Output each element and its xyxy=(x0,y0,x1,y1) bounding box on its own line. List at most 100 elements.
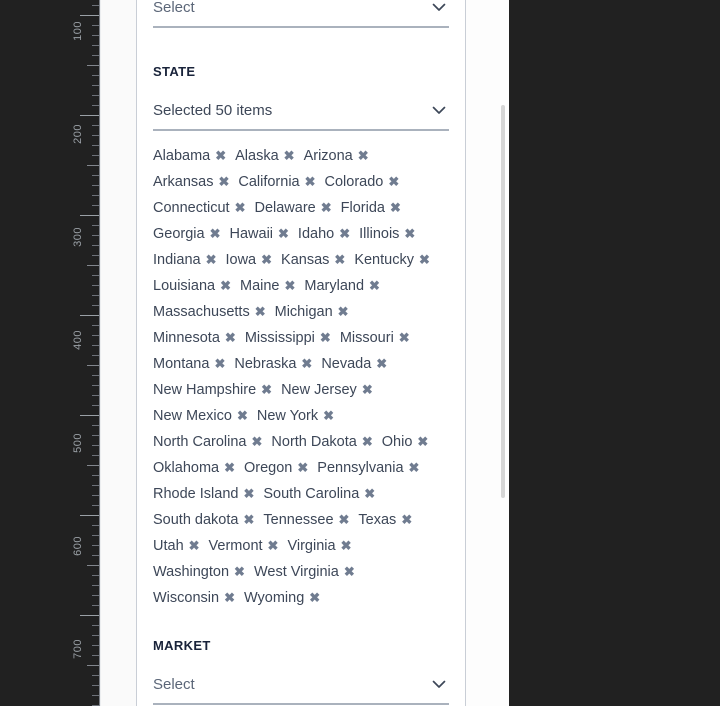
remove-chip-icon[interactable]: ✖ xyxy=(243,507,254,532)
remove-chip-icon[interactable]: ✖ xyxy=(309,585,320,610)
chevron-down-icon[interactable] xyxy=(431,103,447,117)
selected-state-chip[interactable]: Arkansas ✖ xyxy=(153,169,229,195)
remove-chip-icon[interactable]: ✖ xyxy=(225,325,236,350)
remove-chip-icon[interactable]: ✖ xyxy=(362,377,373,402)
remove-chip-icon[interactable]: ✖ xyxy=(339,507,350,532)
remove-chip-icon[interactable]: ✖ xyxy=(388,169,399,194)
remove-chip-icon[interactable]: ✖ xyxy=(409,455,420,480)
remove-chip-icon[interactable]: ✖ xyxy=(334,247,345,272)
remove-chip-icon[interactable]: ✖ xyxy=(341,533,352,558)
remove-chip-icon[interactable]: ✖ xyxy=(261,247,272,272)
remove-chip-icon[interactable]: ✖ xyxy=(305,169,316,194)
remove-chip-icon[interactable]: ✖ xyxy=(399,325,410,350)
remove-chip-icon[interactable]: ✖ xyxy=(214,351,225,376)
chevron-down-icon[interactable] xyxy=(431,677,447,691)
scrollbar-region[interactable] xyxy=(466,0,509,706)
selected-state-chip[interactable]: Utah ✖ xyxy=(153,533,200,559)
remove-chip-icon[interactable]: ✖ xyxy=(224,455,235,480)
remove-chip-icon[interactable]: ✖ xyxy=(364,481,375,506)
remove-chip-icon[interactable]: ✖ xyxy=(301,351,312,376)
remove-chip-icon[interactable]: ✖ xyxy=(297,455,308,480)
selected-state-chip[interactable]: Missouri ✖ xyxy=(340,325,410,351)
remove-chip-icon[interactable]: ✖ xyxy=(235,195,246,220)
selected-state-chip[interactable]: Texas ✖ xyxy=(358,507,412,533)
selected-state-chip[interactable]: Mississippi ✖ xyxy=(245,325,331,351)
remove-chip-icon[interactable]: ✖ xyxy=(268,533,279,558)
remove-chip-icon[interactable]: ✖ xyxy=(210,221,221,246)
remove-chip-icon[interactable]: ✖ xyxy=(224,585,235,610)
remove-chip-icon[interactable]: ✖ xyxy=(338,299,349,324)
selected-state-chip[interactable]: Maryland ✖ xyxy=(304,273,380,299)
selected-state-chip[interactable]: New Hampshire ✖ xyxy=(153,377,272,403)
selected-state-chip[interactable]: Kentucky ✖ xyxy=(354,247,430,273)
remove-chip-icon[interactable]: ✖ xyxy=(261,377,272,402)
remove-chip-icon[interactable]: ✖ xyxy=(220,273,231,298)
remove-chip-icon[interactable]: ✖ xyxy=(284,143,295,168)
remove-chip-icon[interactable]: ✖ xyxy=(362,429,373,454)
selected-state-chip[interactable]: Michigan ✖ xyxy=(275,299,349,325)
selected-state-chip[interactable]: Nebraska ✖ xyxy=(234,351,312,377)
selected-state-chip[interactable]: South Carolina ✖ xyxy=(263,481,375,507)
selected-state-chip[interactable]: Idaho ✖ xyxy=(298,221,350,247)
selected-state-chip[interactable]: Montana ✖ xyxy=(153,351,225,377)
selected-state-chip[interactable]: New Mexico ✖ xyxy=(153,403,248,429)
remove-chip-icon[interactable]: ✖ xyxy=(419,247,430,272)
selected-state-chip[interactable]: Alabama ✖ xyxy=(153,143,226,169)
remove-chip-icon[interactable]: ✖ xyxy=(323,403,334,428)
remove-chip-icon[interactable]: ✖ xyxy=(417,429,428,454)
remove-chip-icon[interactable]: ✖ xyxy=(237,403,248,428)
selected-state-chip[interactable]: Wisconsin ✖ xyxy=(153,585,235,611)
selected-state-chip[interactable]: New York ✖ xyxy=(257,403,334,429)
remove-chip-icon[interactable]: ✖ xyxy=(376,351,387,376)
selected-state-chip[interactable]: California ✖ xyxy=(238,169,315,195)
selected-state-chip[interactable]: Illinois ✖ xyxy=(359,221,415,247)
scrollbar-thumb[interactable] xyxy=(501,105,505,498)
remove-chip-icon[interactable]: ✖ xyxy=(320,325,331,350)
selected-state-chip[interactable]: Nevada ✖ xyxy=(321,351,387,377)
remove-chip-icon[interactable]: ✖ xyxy=(215,143,226,168)
selected-state-chip[interactable]: South dakota ✖ xyxy=(153,507,254,533)
selected-state-chip[interactable]: Pennsylvania ✖ xyxy=(317,455,419,481)
selected-state-chip[interactable]: Virginia ✖ xyxy=(287,533,351,559)
selected-state-chip[interactable]: Hawaii ✖ xyxy=(230,221,289,247)
selected-state-chip[interactable]: Louisiana ✖ xyxy=(153,273,231,299)
selected-state-chip[interactable]: Tennessee ✖ xyxy=(263,507,349,533)
remove-chip-icon[interactable]: ✖ xyxy=(321,195,332,220)
selected-state-chip[interactable]: Rhode Island ✖ xyxy=(153,481,254,507)
selected-state-chip[interactable]: Oklahoma ✖ xyxy=(153,455,235,481)
selected-state-chip[interactable]: Massachusetts ✖ xyxy=(153,299,266,325)
selected-state-chip[interactable]: Maine ✖ xyxy=(240,273,295,299)
selected-state-chip[interactable]: Delaware ✖ xyxy=(254,195,331,221)
selected-state-chip[interactable]: Oregon ✖ xyxy=(244,455,308,481)
state-select-field[interactable]: Selected 50 items xyxy=(153,101,449,131)
selected-state-chip[interactable]: Ohio ✖ xyxy=(382,429,429,455)
remove-chip-icon[interactable]: ✖ xyxy=(390,195,401,220)
selected-state-chip[interactable]: Florida ✖ xyxy=(341,195,401,221)
remove-chip-icon[interactable]: ✖ xyxy=(252,429,263,454)
selected-state-chip[interactable]: Kansas ✖ xyxy=(281,247,345,273)
remove-chip-icon[interactable]: ✖ xyxy=(358,143,369,168)
selected-state-chip[interactable]: North Carolina ✖ xyxy=(153,429,262,455)
selected-state-chip[interactable]: Iowa ✖ xyxy=(225,247,272,273)
selected-state-chip[interactable]: Vermont ✖ xyxy=(209,533,279,559)
selected-state-chip[interactable]: Arizona ✖ xyxy=(304,143,369,169)
remove-chip-icon[interactable]: ✖ xyxy=(189,533,200,558)
selected-state-chip[interactable]: Georgia ✖ xyxy=(153,221,221,247)
selected-state-chip[interactable]: North Dakota ✖ xyxy=(271,429,372,455)
selected-state-chip[interactable]: West Virginia ✖ xyxy=(254,559,355,585)
remove-chip-icon[interactable]: ✖ xyxy=(278,221,289,246)
remove-chip-icon[interactable]: ✖ xyxy=(234,559,245,584)
selected-state-chip[interactable]: Alaska ✖ xyxy=(235,143,294,169)
selected-state-chip[interactable]: Connecticut ✖ xyxy=(153,195,245,221)
top-select-field[interactable]: Select xyxy=(153,0,449,28)
selected-state-chip[interactable]: Minnesota ✖ xyxy=(153,325,236,351)
remove-chip-icon[interactable]: ✖ xyxy=(401,507,412,532)
market-select-field[interactable]: Select xyxy=(153,675,449,705)
selected-state-chip[interactable]: Wyoming ✖ xyxy=(244,585,320,611)
remove-chip-icon[interactable]: ✖ xyxy=(369,273,380,298)
remove-chip-icon[interactable]: ✖ xyxy=(404,221,415,246)
selected-state-chip[interactable]: Indiana ✖ xyxy=(153,247,216,273)
chevron-down-icon[interactable] xyxy=(431,0,447,14)
selected-state-chip[interactable]: Colorado ✖ xyxy=(325,169,400,195)
remove-chip-icon[interactable]: ✖ xyxy=(344,559,355,584)
